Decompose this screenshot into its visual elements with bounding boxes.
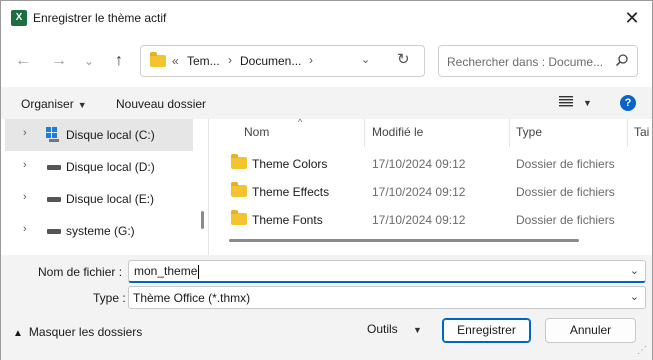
sidebar-item-label: Disque local (C:) (66, 128, 155, 142)
main-pane: › Disque local (C:) › Disque local (D:) … (1, 117, 652, 255)
hide-folders-button[interactable]: ▲ Masquer les dossiers (13, 325, 142, 339)
column-header-modified[interactable]: Modifié le (372, 125, 423, 139)
file-row[interactable]: Theme Fonts 17/10/2024 09:12 Dossier de … (214, 205, 652, 233)
filename-label: Nom de fichier : (38, 265, 123, 279)
save-theme-dialog: X Enregistrer le thème actif ✕ ← → ⌄ ↑ «… (0, 0, 653, 360)
view-options-caret-icon[interactable]: ▼ (583, 98, 592, 108)
scrollbar-thumb[interactable] (229, 239, 579, 242)
drive-base-icon (49, 139, 59, 142)
search-icon[interactable] (615, 53, 629, 70)
command-toolbar: Organiser ▼ Nouveau dossier ▼ ? (1, 87, 652, 119)
file-name: Theme Effects (252, 185, 330, 199)
expand-chevron-icon[interactable]: › (23, 191, 27, 203)
file-modified: 17/10/2024 09:12 (372, 157, 466, 171)
window-title: Enregistrer le thème actif (33, 11, 167, 25)
sidebar-item-label: Disque local (D:) (66, 160, 155, 174)
search-input[interactable]: Rechercher dans : Docume... (438, 45, 638, 77)
view-list-icon[interactable] (559, 95, 573, 110)
breadcrumb-templates[interactable]: Tem... (187, 54, 220, 68)
column-divider[interactable] (509, 119, 510, 147)
file-list: ^ Nom Modifié le Type Tai Theme Colors 1… (214, 117, 652, 255)
file-row[interactable]: Theme Colors 17/10/2024 09:12 Dossier de… (214, 149, 652, 177)
file-name: Theme Colors (252, 157, 328, 171)
sidebar-item-drive-e[interactable]: › Disque local (E:) (5, 183, 193, 215)
chevron-down-icon[interactable]: ⌄ (630, 264, 639, 277)
forward-arrow-icon[interactable]: → (47, 49, 71, 73)
drive-icon (47, 229, 61, 234)
drive-icon (47, 165, 61, 170)
folder-icon (231, 210, 247, 225)
search-placeholder: Rechercher dans : Docume... (447, 55, 604, 69)
recent-locations-chevron-icon[interactable]: ⌄ (77, 49, 101, 73)
chevron-up-icon: ▲ (13, 328, 23, 339)
expand-chevron-icon[interactable]: › (23, 127, 27, 139)
file-type: Dossier de fichiers (516, 213, 615, 227)
close-icon[interactable]: ✕ (619, 5, 645, 31)
windows-drive-icon (46, 127, 58, 139)
column-header-name[interactable]: Nom (244, 125, 269, 139)
sidebar-item-drive-c[interactable]: › Disque local (C:) (5, 119, 193, 151)
tools-menu-button[interactable]: Outils (367, 322, 398, 336)
expand-chevron-icon[interactable]: › (23, 223, 27, 235)
column-header-size[interactable]: Tai (634, 125, 649, 139)
file-type: Dossier de fichiers (516, 185, 615, 199)
organize-menu-button[interactable]: Organiser ▼ (21, 97, 87, 111)
help-icon[interactable]: ? (620, 95, 636, 111)
back-arrow-icon[interactable]: ← (11, 49, 35, 73)
title-bar: X Enregistrer le thème actif ✕ (1, 1, 652, 35)
address-overflow[interactable]: « (172, 54, 179, 68)
horizontal-scrollbar[interactable] (214, 237, 652, 245)
breadcrumb-separator-icon[interactable]: › (228, 53, 232, 67)
file-type: Dossier de fichiers (516, 157, 615, 171)
folder-icon (150, 52, 166, 67)
filetype-value: Thème Office (*.thmx) (133, 291, 251, 305)
navigation-bar: ← → ⌄ ↑ « Tem... › Documen... › ⌄ ↻ Rech… (1, 35, 652, 87)
breadcrumb-separator-icon[interactable]: › (309, 53, 313, 67)
sidebar-item-label: Disque local (E:) (66, 192, 155, 206)
organize-label: Organiser (21, 97, 74, 111)
caret-down-icon: ▼ (77, 100, 87, 110)
sidebar-item-drive-d[interactable]: › Disque local (D:) (5, 151, 193, 183)
resize-grip-icon[interactable]: ⋰ (637, 345, 647, 356)
chevron-down-icon[interactable]: ⌄ (630, 290, 639, 303)
address-bar[interactable]: « Tem... › Documen... › ⌄ ↻ (140, 45, 425, 77)
filetype-label: Type : (93, 291, 126, 305)
new-folder-button[interactable]: Nouveau dossier (116, 97, 206, 111)
sidebar-item-label: systeme (G:) (66, 224, 135, 238)
cancel-button[interactable]: Annuler (545, 318, 636, 343)
save-button[interactable]: Enregistrer (442, 318, 531, 343)
folder-icon (231, 182, 247, 197)
file-modified: 17/10/2024 09:12 (372, 185, 466, 199)
file-name: Theme Fonts (252, 213, 323, 227)
file-row[interactable]: Theme Effects 17/10/2024 09:12 Dossier d… (214, 177, 652, 205)
expand-chevron-icon[interactable]: › (23, 159, 27, 171)
caret-down-icon[interactable]: ▼ (413, 325, 422, 335)
navigation-pane: › Disque local (C:) › Disque local (D:) … (1, 119, 209, 255)
refresh-icon[interactable]: ↻ (397, 50, 410, 68)
sidebar-scrollbar[interactable] (201, 211, 204, 229)
folder-icon (231, 154, 247, 169)
hide-folders-label: Masquer les dossiers (28, 325, 143, 339)
sort-ascending-icon: ^ (298, 117, 303, 127)
file-modified: 17/10/2024 09:12 (372, 213, 466, 227)
filename-field[interactable]: mon_theme ⌄ (128, 260, 646, 283)
drive-icon (47, 197, 61, 202)
column-header-type[interactable]: Type (516, 125, 542, 139)
column-divider[interactable] (627, 119, 628, 147)
excel-app-icon: X (11, 10, 27, 26)
filename-value: mon_theme (134, 264, 200, 279)
filetype-select[interactable]: Thème Office (*.thmx) ⌄ (128, 286, 646, 309)
breadcrumb-documents[interactable]: Documen... (240, 54, 301, 68)
address-dropdown-chevron-icon[interactable]: ⌄ (361, 53, 370, 66)
column-divider[interactable] (364, 119, 365, 147)
save-form: Nom de fichier : mon_theme ⌄ Type : Thèm… (1, 255, 652, 360)
up-arrow-icon[interactable]: ↑ (107, 49, 131, 73)
sidebar-item-drive-g[interactable]: › systeme (G:) (5, 215, 193, 247)
